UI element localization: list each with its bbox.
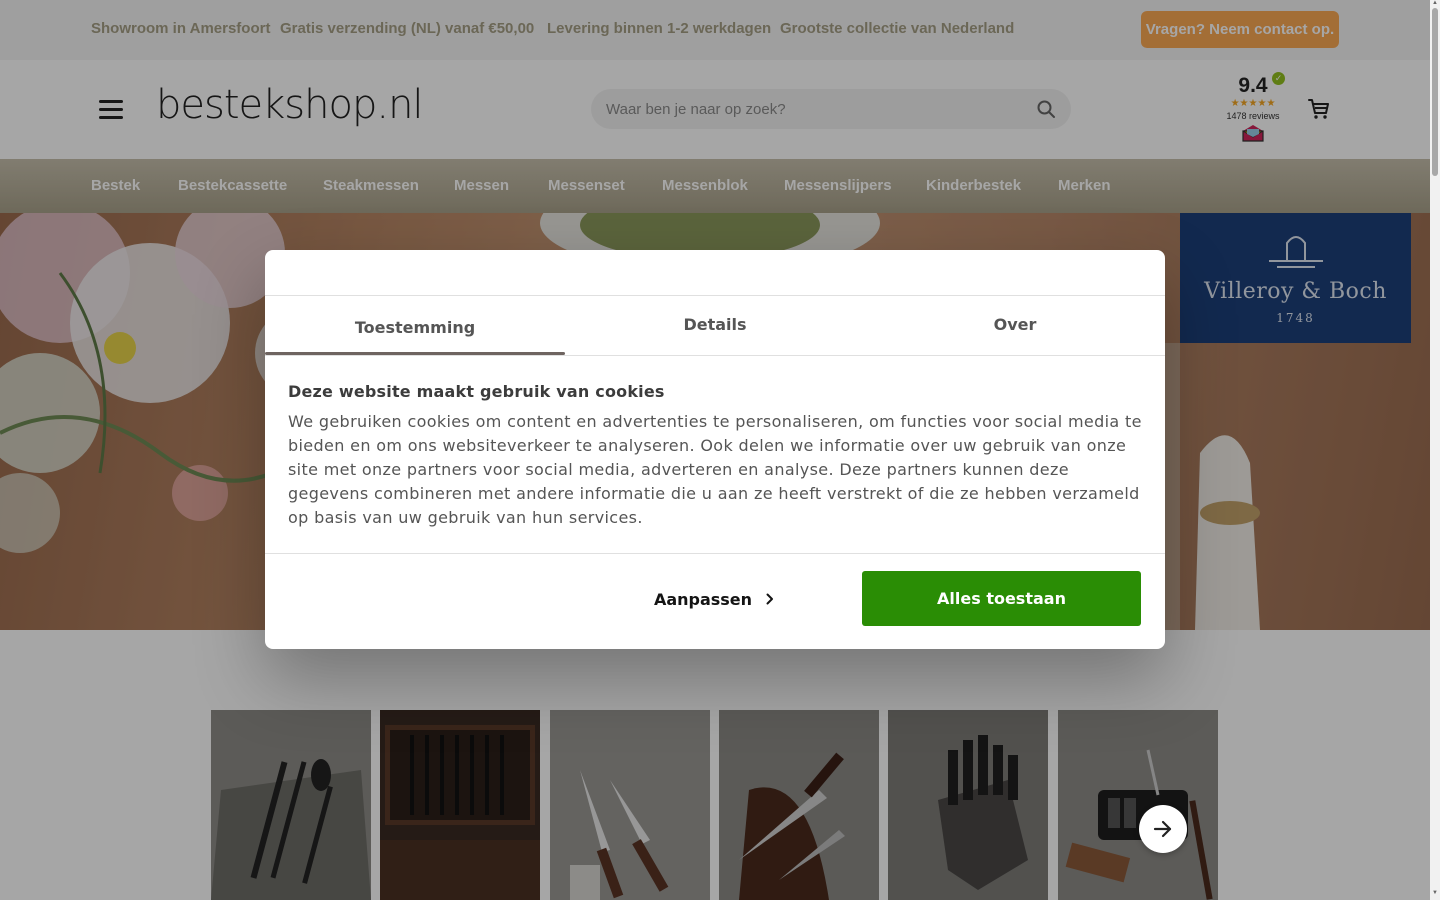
- divider: [265, 355, 1165, 356]
- tab-label: Details: [683, 315, 747, 334]
- scroll-down-arrow[interactable]: ▼: [1431, 890, 1439, 896]
- arrow-right-icon: [1153, 820, 1172, 838]
- page-scrollbar[interactable]: ▲ ▼: [1430, 0, 1440, 900]
- tab-over[interactable]: Over: [865, 296, 1165, 356]
- tab-label: Over: [993, 315, 1037, 334]
- scroll-thumb[interactable]: [1432, 8, 1438, 176]
- chevron-right-icon: [766, 593, 774, 605]
- tab-details[interactable]: Details: [565, 296, 865, 356]
- tab-toestemming[interactable]: Toestemming: [265, 296, 565, 356]
- customize-label: Aanpassen: [653, 589, 753, 609]
- customize-button[interactable]: Aanpassen: [584, 572, 844, 626]
- divider: [265, 553, 1165, 554]
- scroll-up-arrow[interactable]: ▲: [1431, 0, 1439, 6]
- dialog-title: Deze website maakt gebruik van cookies: [288, 382, 665, 401]
- dialog-body-text: We gebruiken cookies om content en adver…: [288, 412, 1142, 527]
- tab-label: Toestemming: [354, 318, 476, 337]
- carousel-next-button[interactable]: [1139, 805, 1187, 853]
- cookie-consent-dialog: Toestemming Details Over Deze website ma…: [265, 250, 1165, 649]
- allow-all-button[interactable]: Alles toestaan: [862, 571, 1141, 626]
